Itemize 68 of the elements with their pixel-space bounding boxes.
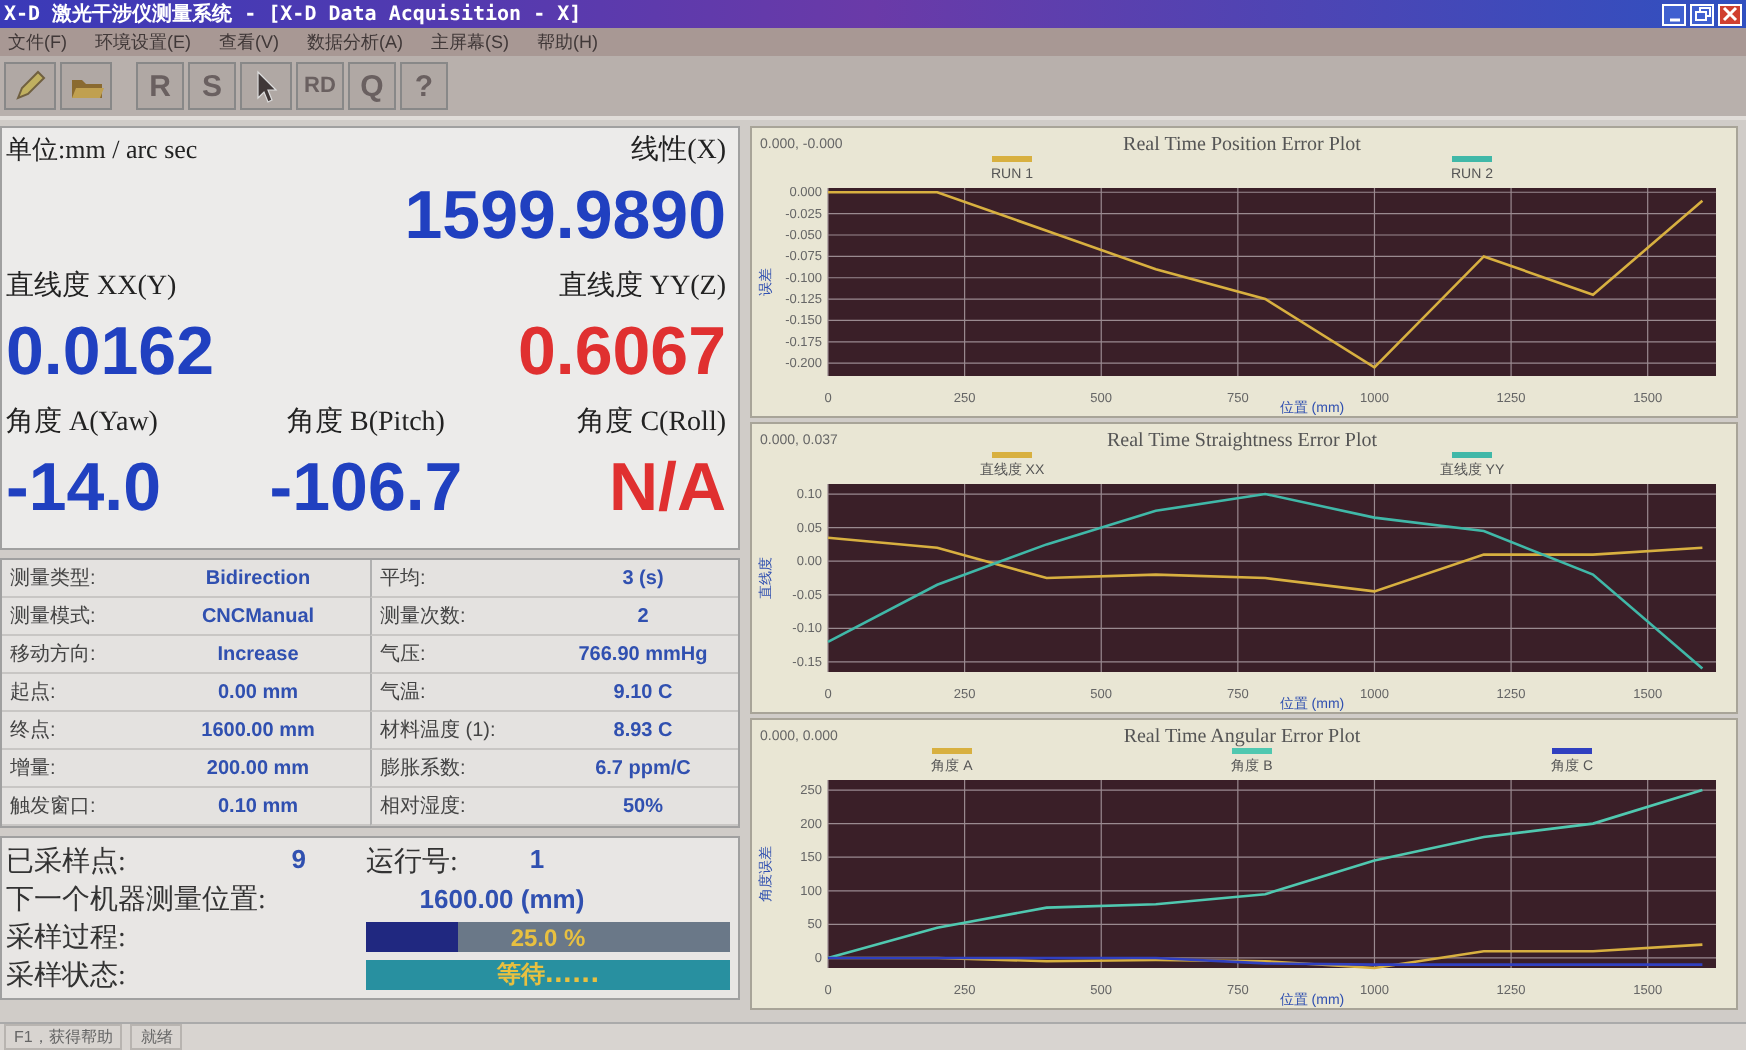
parameter-value: CNCManual xyxy=(199,605,317,627)
parameter-label: 材料温度 (1): xyxy=(380,717,498,744)
readout-label: 直线度 XX(Y) xyxy=(6,268,177,304)
readout-label: 直线度 YY(Z) xyxy=(558,268,726,304)
parameter-label: 相对湿度: xyxy=(380,793,468,820)
parameter-label: 测量次数: xyxy=(380,603,468,630)
readout-value: -106.7 xyxy=(269,454,463,526)
toolbar-button[interactable]: ? xyxy=(400,62,448,110)
readout-value: 0.6067 xyxy=(518,318,726,390)
parameter-label: 起点: xyxy=(10,679,58,706)
parameter-label: 触发窗口: xyxy=(10,793,98,820)
window-title: X-D 激光干涉仪测量系统 - [X-D Data Acquisition - X] xyxy=(4,1,584,28)
status-value: 9 xyxy=(291,843,306,877)
parameter-label: 平均: xyxy=(380,566,428,592)
status-bar-field: 就绪 xyxy=(130,1024,183,1050)
parameter-label: 气温: xyxy=(380,680,428,706)
menu-item[interactable]: 环境设置(E) xyxy=(95,29,191,55)
parameter-value: 50% xyxy=(620,795,665,817)
readout-value: N/A xyxy=(608,454,726,526)
readout-label: 线性(X) xyxy=(631,133,726,168)
readout-value: 1599.9890 xyxy=(404,182,726,254)
menu-item[interactable]: 文件(F) xyxy=(8,29,67,55)
parameter-value: 8.93 C xyxy=(611,719,675,741)
readout-label: 角度 B(Pitch) xyxy=(287,404,445,440)
menu-item[interactable]: 主屏幕(S) xyxy=(431,29,509,55)
toolbar-button[interactable]: R xyxy=(136,62,184,110)
parameter-label: 膨胀系数: xyxy=(380,755,468,782)
parameter-value: Bidirection xyxy=(203,567,313,589)
status-label: 采样状态: xyxy=(6,958,128,993)
readout-value: 0.0162 xyxy=(6,318,214,390)
progress-bar: 25.0 % xyxy=(366,922,730,952)
readout-label: 角度 A(Yaw) xyxy=(6,404,158,440)
toolbar-button[interactable]: S xyxy=(188,62,236,110)
toolbar-button[interactable]: Q xyxy=(348,62,396,110)
parameter-value: 200.00 mm xyxy=(204,757,312,779)
parameter-value: 2 xyxy=(635,605,651,627)
parameter-value: 0.00 mm xyxy=(215,681,301,703)
readout-value: -14.0 xyxy=(6,454,161,526)
status-bar-field: F1，获得帮助 xyxy=(4,1024,123,1050)
parameter-value: 0.10 mm xyxy=(215,795,301,817)
chart-title: Real Time Straightness Error Plot xyxy=(1107,430,1377,452)
menu-item[interactable]: 帮助(H) xyxy=(537,29,598,55)
chart-title: Real Time Position Error Plot xyxy=(1123,134,1361,156)
parameter-value: 766.90 mmHg xyxy=(576,643,710,665)
status-label: 已采样点: xyxy=(6,845,126,879)
parameter-value: 1600.00 mm xyxy=(199,719,317,741)
parameter-value: 9.10 C xyxy=(611,681,675,703)
toolbar-button[interactable]: RD xyxy=(296,62,344,110)
status-value: 1 xyxy=(529,843,545,877)
status-indicator: 等待...... xyxy=(366,960,730,990)
unit-label: 单位:mm / arc sec xyxy=(6,132,200,168)
parameter-label: 气压: xyxy=(380,642,428,668)
parameter-label: 测量类型: xyxy=(10,565,98,592)
status-label: 采样过程: xyxy=(6,921,128,955)
menu-item[interactable]: 数据分析(A) xyxy=(307,29,403,55)
parameter-value: 3 (s) xyxy=(620,567,666,589)
status-label: 运行号: xyxy=(366,845,458,879)
parameter-value: Increase xyxy=(215,643,301,665)
parameter-label: 移动方向: xyxy=(10,641,98,668)
status-value: 1600.00 (mm) xyxy=(417,884,587,914)
parameter-label: 测量模式: xyxy=(10,603,98,630)
menu-item[interactable]: 查看(V) xyxy=(219,29,279,55)
chart-title: Real Time Angular Error Plot xyxy=(1123,726,1361,748)
readout-label: 角度 C(Roll) xyxy=(577,404,726,440)
status-label: 下一个机器测量位置: xyxy=(6,883,268,917)
parameter-label: 终点: xyxy=(10,717,58,744)
parameter-label: 增量: xyxy=(10,756,58,782)
parameter-value: 6.7 ppm/C xyxy=(593,757,693,779)
